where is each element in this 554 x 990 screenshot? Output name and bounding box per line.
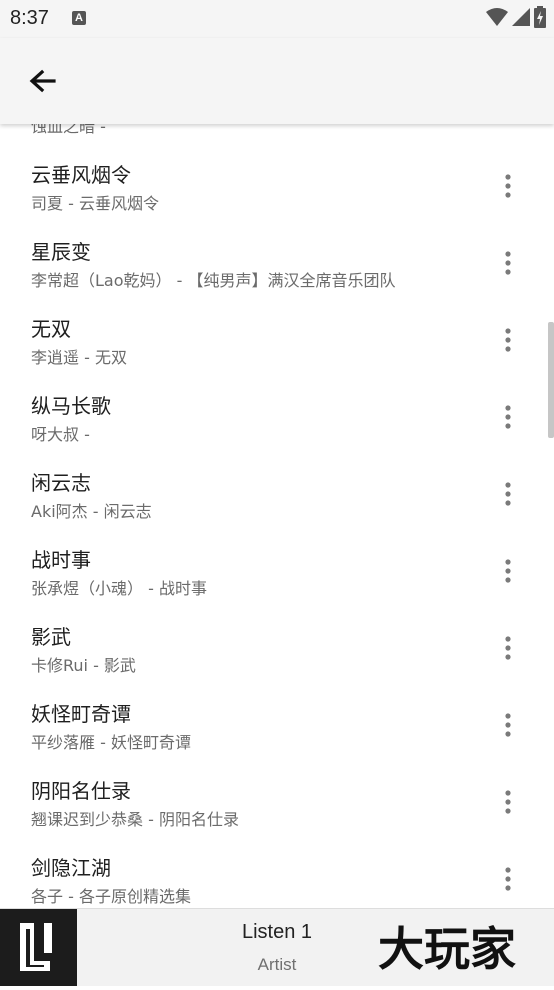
more-options-button[interactable]	[496, 554, 520, 588]
song-list-item[interactable]: 战时事张承煜（小魂） - 战时事	[0, 532, 554, 609]
more-vert-icon	[505, 174, 511, 198]
song-list-item[interactable]: 闲云志 Aki阿杰 - 闲云志	[0, 455, 554, 532]
song-title: 无双	[31, 317, 71, 341]
song-subtitle: Aki阿杰 - 闲云志	[31, 502, 152, 521]
more-vert-icon	[505, 405, 511, 429]
watermark-text: 大玩家	[378, 922, 516, 976]
song-subtitle: 李常超（Lao乾妈） - 【纯男声】满汉全席音乐团队	[31, 271, 396, 290]
song-subtitle: 卡修Rui - 影武	[31, 656, 136, 675]
song-list-content: 蚀血之暗 - 云垂风烟令司夏 - 云垂风烟令星辰变李常超（Lao乾妈） - 【纯男…	[0, 124, 554, 908]
song-title: 妖怪町奇谭	[31, 702, 131, 726]
song-subtitle: 李逍遥 - 无双	[31, 348, 127, 367]
song-list-item[interactable]: 纵马长歌呀大叔 -	[0, 378, 554, 455]
arrow-back-icon	[29, 69, 56, 93]
more-options-button[interactable]	[496, 477, 520, 511]
song-subtitle: 张承煜（小魂） - 战时事	[31, 579, 207, 598]
more-vert-icon	[505, 867, 511, 891]
more-options-button[interactable]	[496, 708, 520, 742]
back-button[interactable]	[24, 63, 62, 101]
more-vert-icon	[505, 482, 511, 506]
mini-player[interactable]: Listen 1 Artist 大玩家	[0, 908, 554, 986]
more-options-button[interactable]	[496, 631, 520, 665]
signal-icon	[512, 8, 530, 26]
song-list-item[interactable]: 剑隐江湖各子 - 各子原创精选集	[0, 840, 554, 908]
song-title: 剑隐江湖	[31, 856, 111, 880]
status-time: 8:37	[10, 7, 49, 29]
more-vert-icon	[505, 328, 511, 352]
scrollbar-thumb[interactable]	[548, 322, 554, 438]
song-subtitle: 平纱落雁 - 妖怪町奇谭	[31, 733, 191, 752]
song-list-item[interactable]: 影武卡修Rui - 影武	[0, 609, 554, 686]
more-vert-icon	[505, 790, 511, 814]
more-vert-icon	[505, 251, 511, 275]
more-options-button[interactable]	[496, 246, 520, 280]
notification-icon: A	[72, 11, 86, 25]
song-subtitle: 翘课迟到少恭桑 - 阴阳名仕录	[31, 810, 239, 829]
song-subtitle: 司夏 - 云垂风烟令	[31, 194, 159, 213]
song-title: 阴阳名仕录	[31, 779, 131, 803]
song-list-item[interactable]: 妖怪町奇谭平纱落雁 - 妖怪町奇谭	[0, 686, 554, 763]
song-list-item[interactable]: 星辰变李常超（Lao乾妈） - 【纯男声】满汉全席音乐团队	[0, 224, 554, 301]
more-vert-icon	[505, 636, 511, 660]
song-title: 星辰变	[31, 240, 91, 264]
more-options-button[interactable]	[496, 169, 520, 203]
song-subtitle: 蚀血之暗 -	[31, 124, 106, 136]
more-options-button[interactable]	[496, 862, 520, 896]
more-vert-icon	[505, 713, 511, 737]
song-subtitle: 呀大叔 -	[31, 425, 90, 444]
more-vert-icon	[505, 559, 511, 583]
song-list-item[interactable]: 蚀血之暗 -	[0, 124, 554, 147]
watermark-logo: 大玩家	[378, 922, 516, 976]
song-title: 闲云志	[31, 471, 91, 495]
song-list-item[interactable]: 阴阳名仕录翘课迟到少恭桑 - 阴阳名仕录	[0, 763, 554, 840]
song-subtitle: 各子 - 各子原创精选集	[31, 887, 191, 906]
more-options-button[interactable]	[496, 323, 520, 357]
status-icons	[486, 6, 546, 28]
song-title: 云垂风烟令	[31, 163, 131, 187]
more-options-button[interactable]	[496, 124, 520, 126]
more-vert-icon	[496, 124, 520, 126]
song-list-item[interactable]: 无双李逍遥 - 无双	[0, 301, 554, 378]
app-bar	[0, 38, 554, 124]
song-title: 纵马长歌	[31, 394, 111, 418]
song-title: 影武	[31, 625, 71, 649]
wifi-icon	[486, 8, 508, 26]
song-title: 战时事	[31, 548, 91, 572]
song-list[interactable]: 蚀血之暗 - 云垂风烟令司夏 - 云垂风烟令星辰变李常超（Lao乾妈） - 【纯男…	[0, 124, 554, 908]
more-options-button[interactable]	[496, 400, 520, 434]
battery-icon	[534, 6, 546, 28]
status-bar: 8:37 A	[0, 0, 554, 38]
song-list-item[interactable]: 云垂风烟令司夏 - 云垂风烟令	[0, 147, 554, 224]
more-options-button[interactable]	[496, 785, 520, 819]
